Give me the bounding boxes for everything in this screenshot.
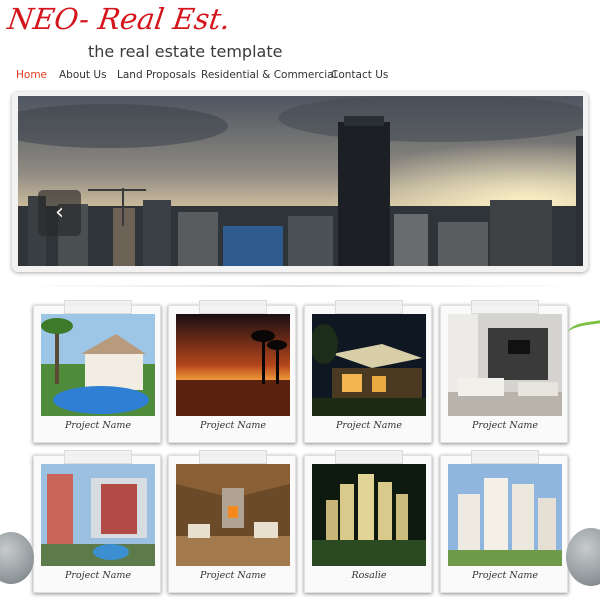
hero-slider	[12, 92, 588, 272]
tape-decoration	[335, 450, 403, 464]
hero-slide-image	[18, 96, 583, 266]
section-divider	[12, 285, 588, 287]
tape-decoration	[335, 300, 403, 314]
project-photo	[312, 314, 426, 416]
project-card[interactable]: Project Name	[440, 300, 568, 443]
project-caption: Project Name	[65, 570, 131, 581]
nav-item-contact-us[interactable]: Contact Us	[331, 69, 388, 81]
project-photo	[176, 464, 290, 566]
stone-decoration	[566, 528, 600, 586]
project-photo	[448, 314, 562, 416]
site-tagline: the real estate template	[88, 42, 283, 61]
site-logo[interactable]: NEO- Real Est.	[6, 2, 233, 36]
tape-decoration	[64, 300, 132, 314]
nav-item-residential-commercial[interactable]: Residential & Commercial	[201, 69, 337, 81]
tape-decoration	[471, 450, 539, 464]
project-card[interactable]: Project Name	[168, 450, 296, 593]
main-nav: Home About Us Land Proposals Residential…	[0, 69, 600, 87]
project-photo	[312, 464, 426, 566]
leaf-decoration	[567, 319, 600, 341]
project-card[interactable]: Project Name	[304, 300, 432, 443]
project-caption: Project Name	[472, 570, 538, 581]
chevron-left-icon: ‹	[55, 200, 64, 225]
project-card[interactable]: Project Name	[440, 450, 568, 593]
nav-item-home[interactable]: Home	[16, 69, 47, 81]
project-caption: Project Name	[65, 420, 131, 431]
project-card[interactable]: Project Name	[33, 300, 161, 443]
tape-decoration	[199, 300, 267, 314]
tape-decoration	[471, 300, 539, 314]
project-photo	[41, 314, 155, 416]
project-caption: Project Name	[200, 570, 266, 581]
project-card[interactable]: Project Name	[168, 300, 296, 443]
project-card[interactable]: Rosalie	[304, 450, 432, 593]
slider-prev-button[interactable]: ‹	[38, 190, 81, 236]
project-photo	[176, 314, 290, 416]
project-photo	[448, 464, 562, 566]
site-header: NEO- Real Est. the real estate template	[0, 0, 600, 66]
project-photo	[41, 464, 155, 566]
project-caption: Rosalie	[351, 570, 387, 581]
tape-decoration	[64, 450, 132, 464]
nav-item-about-us[interactable]: About Us	[59, 69, 107, 81]
project-caption: Project Name	[336, 420, 402, 431]
project-caption: Project Name	[472, 420, 538, 431]
stone-decoration	[0, 532, 34, 584]
nav-item-land-proposals[interactable]: Land Proposals	[117, 69, 196, 81]
project-caption: Project Name	[200, 420, 266, 431]
project-card[interactable]: Project Name	[33, 450, 161, 593]
tape-decoration	[199, 450, 267, 464]
